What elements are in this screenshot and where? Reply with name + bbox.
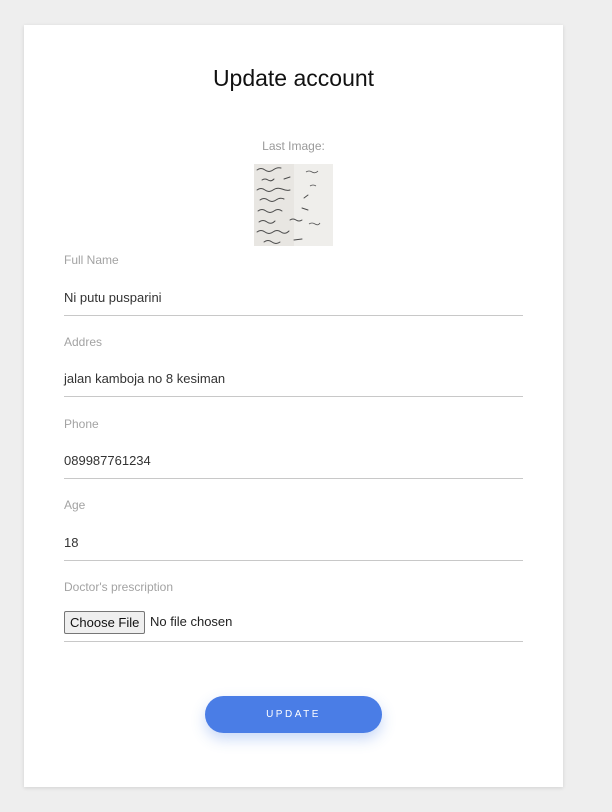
phone-field[interactable]: Phone 089987761234 bbox=[64, 417, 523, 479]
update-button[interactable]: UPDATE bbox=[205, 696, 382, 733]
prescription-image bbox=[254, 164, 333, 246]
age-input[interactable]: 18 bbox=[64, 535, 78, 550]
full-name-input[interactable]: Ni putu pusparini bbox=[64, 290, 162, 305]
update-account-card: Update account Last Image: Full Name Ni … bbox=[24, 25, 563, 787]
age-label: Age bbox=[64, 498, 86, 512]
last-image-thumbnail bbox=[254, 164, 333, 246]
prescription-field: Doctor's prescription Choose File No fil… bbox=[64, 580, 523, 642]
file-status-text: No file chosen bbox=[150, 614, 233, 629]
age-field[interactable]: Age 18 bbox=[64, 498, 523, 561]
prescription-label: Doctor's prescription bbox=[64, 580, 173, 594]
address-input[interactable]: jalan kamboja no 8 kesiman bbox=[64, 371, 225, 386]
phone-label: Phone bbox=[64, 417, 99, 431]
address-field[interactable]: Addres jalan kamboja no 8 kesiman bbox=[64, 335, 523, 397]
full-name-label: Full Name bbox=[64, 253, 119, 267]
phone-input[interactable]: 089987761234 bbox=[64, 453, 151, 468]
last-image-label: Last Image: bbox=[262, 139, 325, 153]
choose-file-button[interactable]: Choose File bbox=[64, 611, 146, 634]
page-title: Update account bbox=[212, 65, 375, 91]
address-label: Addres bbox=[64, 335, 103, 349]
full-name-field[interactable]: Full Name Ni putu pusparini bbox=[64, 253, 523, 316]
